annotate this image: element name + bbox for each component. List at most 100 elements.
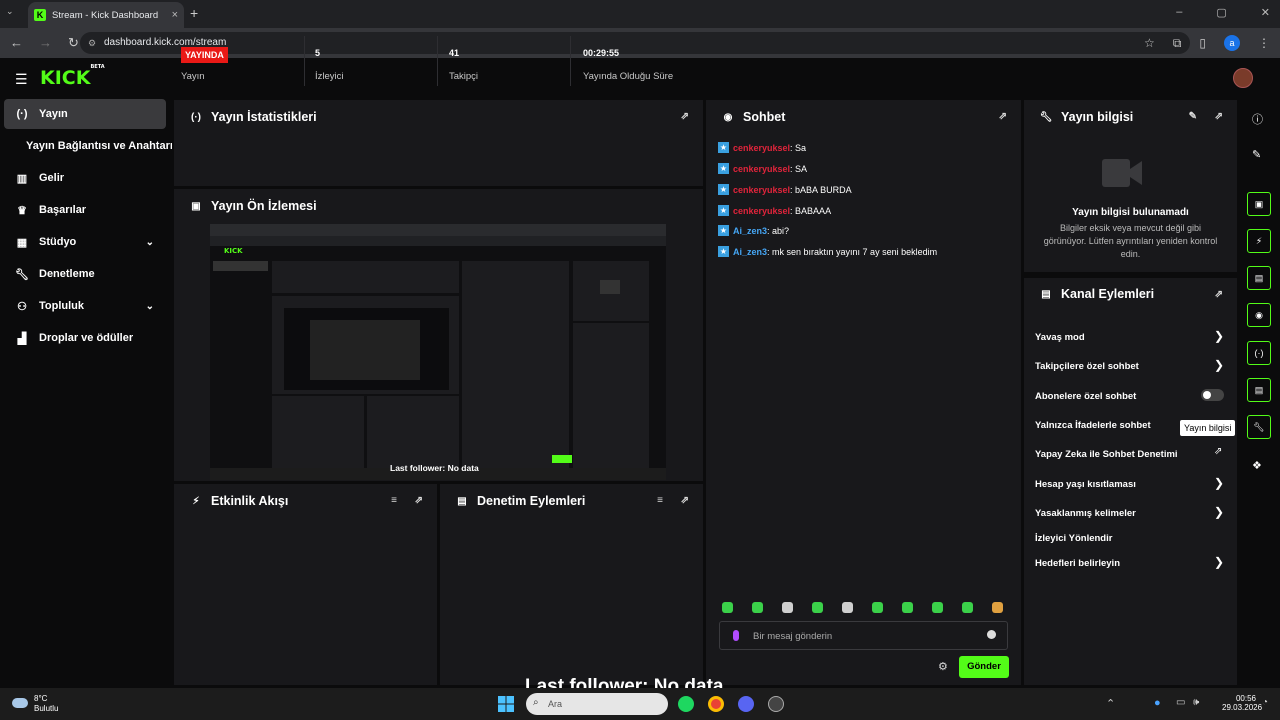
volume-icon[interactable]: 🕪︎: [1193, 697, 1199, 708]
emote-icon[interactable]: [932, 602, 943, 613]
channel-action-raid[interactable]: İzleyici Yönlendir: [1035, 533, 1112, 544]
popout-icon[interactable]: ⇗: [1215, 289, 1223, 300]
taskbar-search[interactable]: ⌕ Ara: [526, 693, 668, 715]
emoji-icon[interactable]: [987, 630, 996, 639]
rail-chat-button[interactable]: ◉: [1247, 303, 1271, 327]
emote-icon[interactable]: [812, 602, 823, 613]
close-tab-icon[interactable]: ×: [172, 9, 178, 21]
chat-settings-gear-icon[interactable]: ⚙: [938, 660, 948, 673]
chevron-up-icon[interactable]: ⌃: [1106, 697, 1115, 710]
bookmark-star-icon[interactable]: ☆: [1144, 36, 1155, 50]
emote-icon[interactable]: [902, 602, 913, 613]
emote-icon[interactable]: [872, 602, 883, 613]
rail-broadcast-button[interactable]: (·): [1247, 341, 1271, 365]
popout-icon[interactable]: ⇗: [681, 111, 689, 122]
obs-icon[interactable]: [768, 696, 784, 712]
rail-activity-button[interactable]: ⚡︎: [1247, 229, 1271, 253]
chrome-icon[interactable]: [708, 696, 724, 712]
new-tab-button[interactable]: +: [190, 5, 198, 21]
user-avatar[interactable]: [1233, 68, 1253, 88]
back-icon[interactable]: ←: [10, 35, 23, 51]
emote-icon[interactable]: [752, 602, 763, 613]
chevron-right-icon[interactable]: ❯: [1214, 358, 1224, 372]
channel-action-emote-only[interactable]: Yalnızca İfadelerle sohbet: [1035, 420, 1151, 431]
rail-stream-info-button[interactable]: 🔧︎: [1247, 415, 1271, 439]
forward-icon[interactable]: →: [39, 35, 52, 51]
system-clock[interactable]: 00:56 29.03.2026: [1222, 694, 1262, 712]
rail-channel-actions-button[interactable]: ▤: [1247, 378, 1271, 402]
sidebar-item-gelir[interactable]: ▥ Gelir: [4, 163, 166, 193]
chevron-right-icon[interactable]: ❯: [1214, 505, 1224, 519]
filter-icon[interactable]: ≡: [657, 495, 663, 506]
rail-mod-actions-button[interactable]: ▤: [1247, 266, 1271, 290]
clipboard-icon: ▤: [457, 495, 467, 507]
layout-shapes-icon[interactable]: ❖: [1252, 459, 1262, 472]
sidepanel-icon[interactable]: ▯: [1199, 36, 1206, 50]
stream-info-empty-title: Yayın bilgisi bulunamadı: [1072, 207, 1189, 218]
sidebar-item-denetleme[interactable]: 🔧︎ Denetleme: [4, 259, 166, 289]
sidebar-item-basarilar[interactable]: ♛ Başarılar: [4, 195, 166, 225]
channel-action-subscribers-only[interactable]: Abonelere özel sohbet: [1035, 391, 1136, 402]
popout-icon[interactable]: ⇗: [999, 111, 1007, 122]
popout-icon[interactable]: ⇗: [415, 495, 423, 506]
spotify-icon[interactable]: [678, 696, 694, 712]
preview-title: Yayın Ön İzlemesi: [211, 199, 317, 213]
edit-pencil-icon[interactable]: ✎: [1252, 148, 1261, 161]
chevron-right-icon[interactable]: ❯: [1214, 476, 1224, 490]
network-icon[interactable]: ▭: [1176, 697, 1185, 708]
extensions-icon[interactable]: ⧉: [1173, 36, 1182, 51]
edit-pencil-icon[interactable]: ✎: [1189, 111, 1197, 122]
mic-tray-icon[interactable]: ●: [1154, 697, 1161, 709]
site-info-icon[interactable]: ⚙: [88, 32, 96, 54]
stream-stats-panel: (·) Yayın İstatistikleri ⇗: [174, 100, 703, 186]
emote-icon[interactable]: [722, 602, 733, 613]
emote-icon[interactable]: [962, 602, 973, 613]
minimize-icon[interactable]: –: [1176, 6, 1182, 19]
reload-icon[interactable]: ↻: [68, 35, 79, 51]
close-window-icon[interactable]: ✕: [1261, 6, 1270, 19]
sidebar-item-topluluk[interactable]: ⚇ Topluluk ⌄: [4, 291, 166, 321]
chat-title: Sohbet: [743, 110, 786, 124]
sidebar-item-stream-key[interactable]: Yayın Bağlantısı ve Anahtarı: [26, 131, 172, 161]
profile-avatar[interactable]: a: [1224, 35, 1240, 51]
tab-search-icon[interactable]: ⌄: [6, 6, 14, 17]
discord-icon[interactable]: [738, 696, 754, 712]
subscribers-only-toggle[interactable]: [1201, 389, 1224, 401]
stream-info-title: Yayın bilgisi: [1061, 110, 1134, 124]
stream-preview-video[interactable]: KICK: [210, 224, 666, 480]
mic-icon[interactable]: [733, 630, 739, 641]
activity-title: Etkinlik Akışı: [211, 494, 289, 508]
chevron-right-icon[interactable]: ❯: [1214, 329, 1224, 343]
channel-action-ai-moderation[interactable]: Yapay Zeka ile Sohbet Denetimi: [1035, 449, 1178, 460]
maximize-icon[interactable]: ▢: [1216, 6, 1226, 19]
channel-action-account-age[interactable]: Hesap yaşı kısıtlaması: [1035, 479, 1136, 490]
channel-action-banned-words[interactable]: Yasaklanmış kelimeler: [1035, 508, 1136, 519]
browser-tab[interactable]: K Stream - Kick Dashboard ×: [28, 2, 184, 28]
windows-start-icon[interactable]: [498, 696, 514, 712]
hamburger-menu-icon[interactable]: ☰: [15, 71, 28, 88]
channel-action-goals[interactable]: Hedefleri belirleyin: [1035, 558, 1120, 569]
kick-logo[interactable]: KICKBETA: [40, 64, 105, 89]
notification-icon[interactable]: ◔: [1262, 697, 1268, 708]
channel-action-followers-only[interactable]: Takipçilere özel sohbet: [1035, 361, 1139, 372]
sidebar-item-studyo[interactable]: ▦ Stüdyo ⌄: [4, 227, 166, 257]
external-link-icon[interactable]: ⇗: [1214, 446, 1222, 457]
info-icon[interactable]: ⓘ: [1252, 111, 1263, 127]
channel-actions-header: ▤ Kanal Eylemleri ⇗: [1024, 278, 1237, 310]
menu-kebab-icon[interactable]: ⋮: [1258, 36, 1270, 50]
popout-icon[interactable]: ⇗: [681, 495, 689, 506]
kick-favicon-icon: K: [34, 9, 46, 21]
channel-action-slow-mode[interactable]: Yavaş mod: [1035, 332, 1085, 343]
sidebar-item-droplar[interactable]: ▟ Droplar ve ödüller: [4, 323, 166, 353]
sidebar-item-yayin[interactable]: (·) Yayın: [4, 99, 166, 129]
chat-message-input[interactable]: Bir mesaj gönderin: [719, 621, 1008, 650]
popout-icon[interactable]: ⇗: [1215, 111, 1223, 122]
rail-stats-button[interactable]: ▣: [1247, 192, 1271, 216]
studio-icon: ▦: [16, 236, 28, 249]
emote-icon[interactable]: [992, 602, 1003, 613]
filter-icon[interactable]: ≡: [391, 495, 397, 506]
emote-icon[interactable]: [782, 602, 793, 613]
emote-icon[interactable]: [842, 602, 853, 613]
chevron-right-icon[interactable]: ❯: [1214, 555, 1224, 569]
send-button[interactable]: Gönder: [959, 656, 1009, 678]
